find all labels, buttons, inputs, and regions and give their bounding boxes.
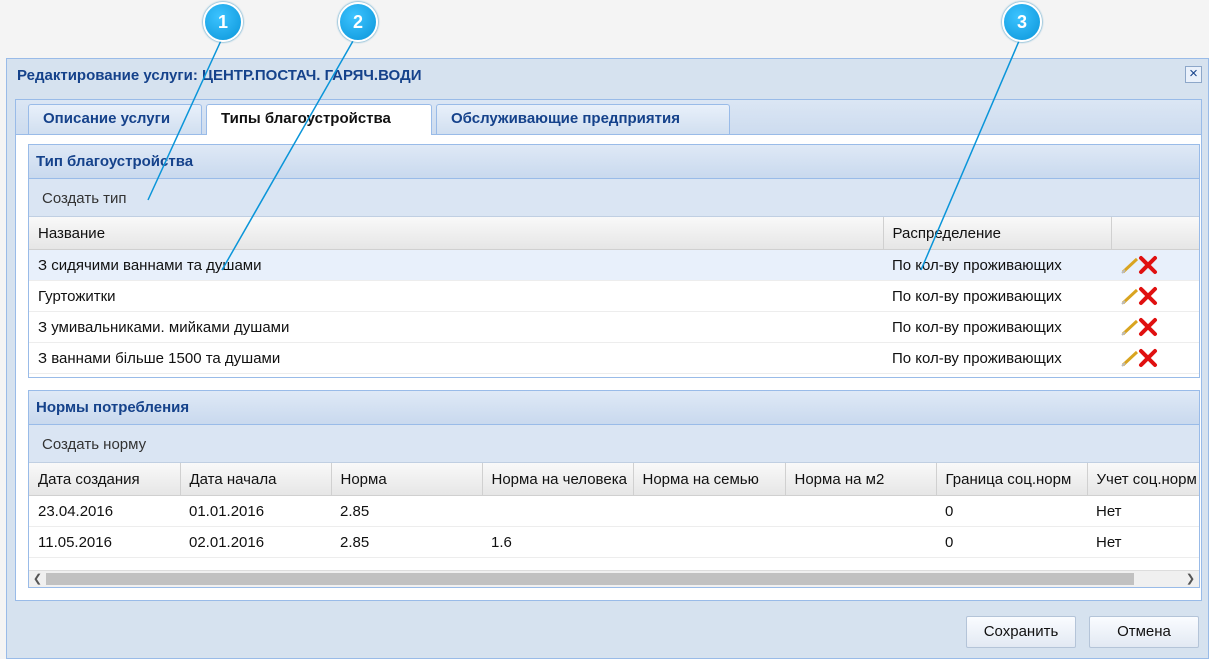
cell-distribution: По кол-ву проживающих <box>883 311 1111 343</box>
amenity-types-title: Тип благоустройства <box>29 145 1199 179</box>
column-header-6[interactable]: Граница соц.норм <box>936 463 1088 496</box>
table-row[interactable]: З умивальниками. мийками душами По кол-ву… <box>29 311 1199 343</box>
cell-name: З умивальниками. мийками душами <box>29 311 883 343</box>
row-actions <box>1111 342 1199 374</box>
table-header-row: Название Распределение <box>29 217 1199 250</box>
tab-service-description[interactable]: Описание услуги <box>28 104 202 134</box>
amenity-types-toolbar: Создать тип <box>29 179 1199 217</box>
scroll-left-icon[interactable]: ❮ <box>29 571 46 587</box>
table-row[interactable]: З сидячими ваннами та душами По кол-ву пр… <box>29 249 1199 281</box>
table-cell <box>482 495 633 527</box>
consumption-norms-toolbar: Создать норму <box>29 425 1199 463</box>
table-cell: Нет <box>1087 495 1199 527</box>
tab-panel: Описание услуги Типы благоустройства Обс… <box>15 99 1202 601</box>
column-header-1[interactable]: Дата начала <box>180 463 332 496</box>
consumption-norms-title: Нормы потребления <box>29 391 1199 425</box>
column-header-distribution[interactable]: Распределение <box>883 217 1112 250</box>
amenity-types-table: Название Распределение З сидячими ваннам… <box>29 217 1199 374</box>
column-header-2[interactable]: Норма <box>331 463 483 496</box>
tab-service-companies[interactable]: Обслуживающие предприятия <box>436 104 730 134</box>
table-cell: 1.6 <box>482 526 633 558</box>
scroll-right-icon[interactable]: ❯ <box>1182 571 1199 587</box>
cell-name: Гуртожитки <box>29 280 883 312</box>
delete-icon[interactable] <box>1138 317 1158 337</box>
cell-name: З ваннами більше 1500 та душами <box>29 342 883 374</box>
cell-distribution: По кол-ву проживающих <box>883 280 1111 312</box>
row-actions <box>1111 249 1199 281</box>
row-actions <box>1111 311 1199 343</box>
table-row[interactable]: 11.05.2016 02.01.2016 2.85 1.6 0 Нет <box>29 526 1199 558</box>
table-cell: 0 <box>936 526 1087 558</box>
callout-badge-1: 1 <box>203 2 243 42</box>
table-cell <box>785 495 936 527</box>
table-cell <box>633 495 785 527</box>
delete-icon[interactable] <box>1138 348 1158 368</box>
pencil-icon[interactable] <box>1120 348 1140 368</box>
consumption-norms-table: Дата создания Дата начала Норма Норма на че… <box>29 463 1199 558</box>
cell-distribution: По кол-ву проживающих <box>883 342 1111 374</box>
table-cell: 01.01.2016 <box>180 495 331 527</box>
table-cell: 2.85 <box>331 495 482 527</box>
callout-badge-3: 3 <box>1002 2 1042 42</box>
delete-icon[interactable] <box>1138 286 1158 306</box>
table-cell: 11.05.2016 <box>29 526 180 558</box>
column-header-7[interactable]: Учет соц.норм <box>1087 463 1199 496</box>
tab-amenity-types[interactable]: Типы благоустройства <box>206 104 432 135</box>
callout-badge-2: 2 <box>338 2 378 42</box>
column-header-4[interactable]: Норма на семью <box>633 463 786 496</box>
cell-name: З сидячими ваннами та душами <box>29 249 883 281</box>
horizontal-scrollbar[interactable]: ❮ ❯ <box>29 570 1199 587</box>
cell-distribution: По кол-ву проживающих <box>883 249 1111 281</box>
scrollbar-thumb[interactable] <box>46 573 1134 585</box>
table-cell: 0 <box>936 495 1087 527</box>
column-header-0[interactable]: Дата создания <box>29 463 181 496</box>
column-header-3[interactable]: Норма на человека <box>482 463 634 496</box>
table-cell: 2.85 <box>331 526 482 558</box>
pencil-icon[interactable] <box>1120 317 1140 337</box>
pencil-icon[interactable] <box>1120 286 1140 306</box>
pencil-icon[interactable] <box>1120 255 1140 275</box>
cancel-button[interactable]: Отмена <box>1089 616 1199 648</box>
table-cell <box>785 526 936 558</box>
create-type-button[interactable]: Создать тип <box>42 190 127 207</box>
amenity-types-panel: Тип благоустройства Создать тип Название… <box>28 144 1200 378</box>
tab-strip: Описание услуги Типы благоустройства Обс… <box>16 100 1201 135</box>
delete-icon[interactable] <box>1138 255 1158 275</box>
consumption-norms-panel: Нормы потребления Создать норму Дата соз… <box>28 390 1200 588</box>
table-cell <box>633 526 785 558</box>
edit-service-window: Редактирование услуги: ЦЕНТР.ПОСТАЧ. ГАР… <box>6 58 1209 659</box>
column-header-5[interactable]: Норма на м2 <box>785 463 937 496</box>
column-header-actions <box>1111 217 1199 250</box>
table-row[interactable]: З ваннами більше 1500 та душами По кол-ву… <box>29 342 1199 374</box>
table-row[interactable]: 23.04.2016 01.01.2016 2.85 0 Нет <box>29 495 1199 527</box>
save-button[interactable]: Сохранить <box>966 616 1076 648</box>
close-icon[interactable]: × <box>1185 66 1202 83</box>
table-cell: 02.01.2016 <box>180 526 331 558</box>
table-row[interactable]: Гуртожитки По кол-ву проживающих <box>29 280 1199 312</box>
table-cell: 23.04.2016 <box>29 495 180 527</box>
column-header-name[interactable]: Название <box>29 217 884 250</box>
window-title: Редактирование услуги: ЦЕНТР.ПОСТАЧ. ГАР… <box>17 67 422 84</box>
table-cell: Нет <box>1087 526 1199 558</box>
row-actions <box>1111 280 1199 312</box>
table-header-row: Дата создания Дата начала Норма Норма на че… <box>29 463 1199 496</box>
create-norm-button[interactable]: Создать норму <box>42 436 146 453</box>
